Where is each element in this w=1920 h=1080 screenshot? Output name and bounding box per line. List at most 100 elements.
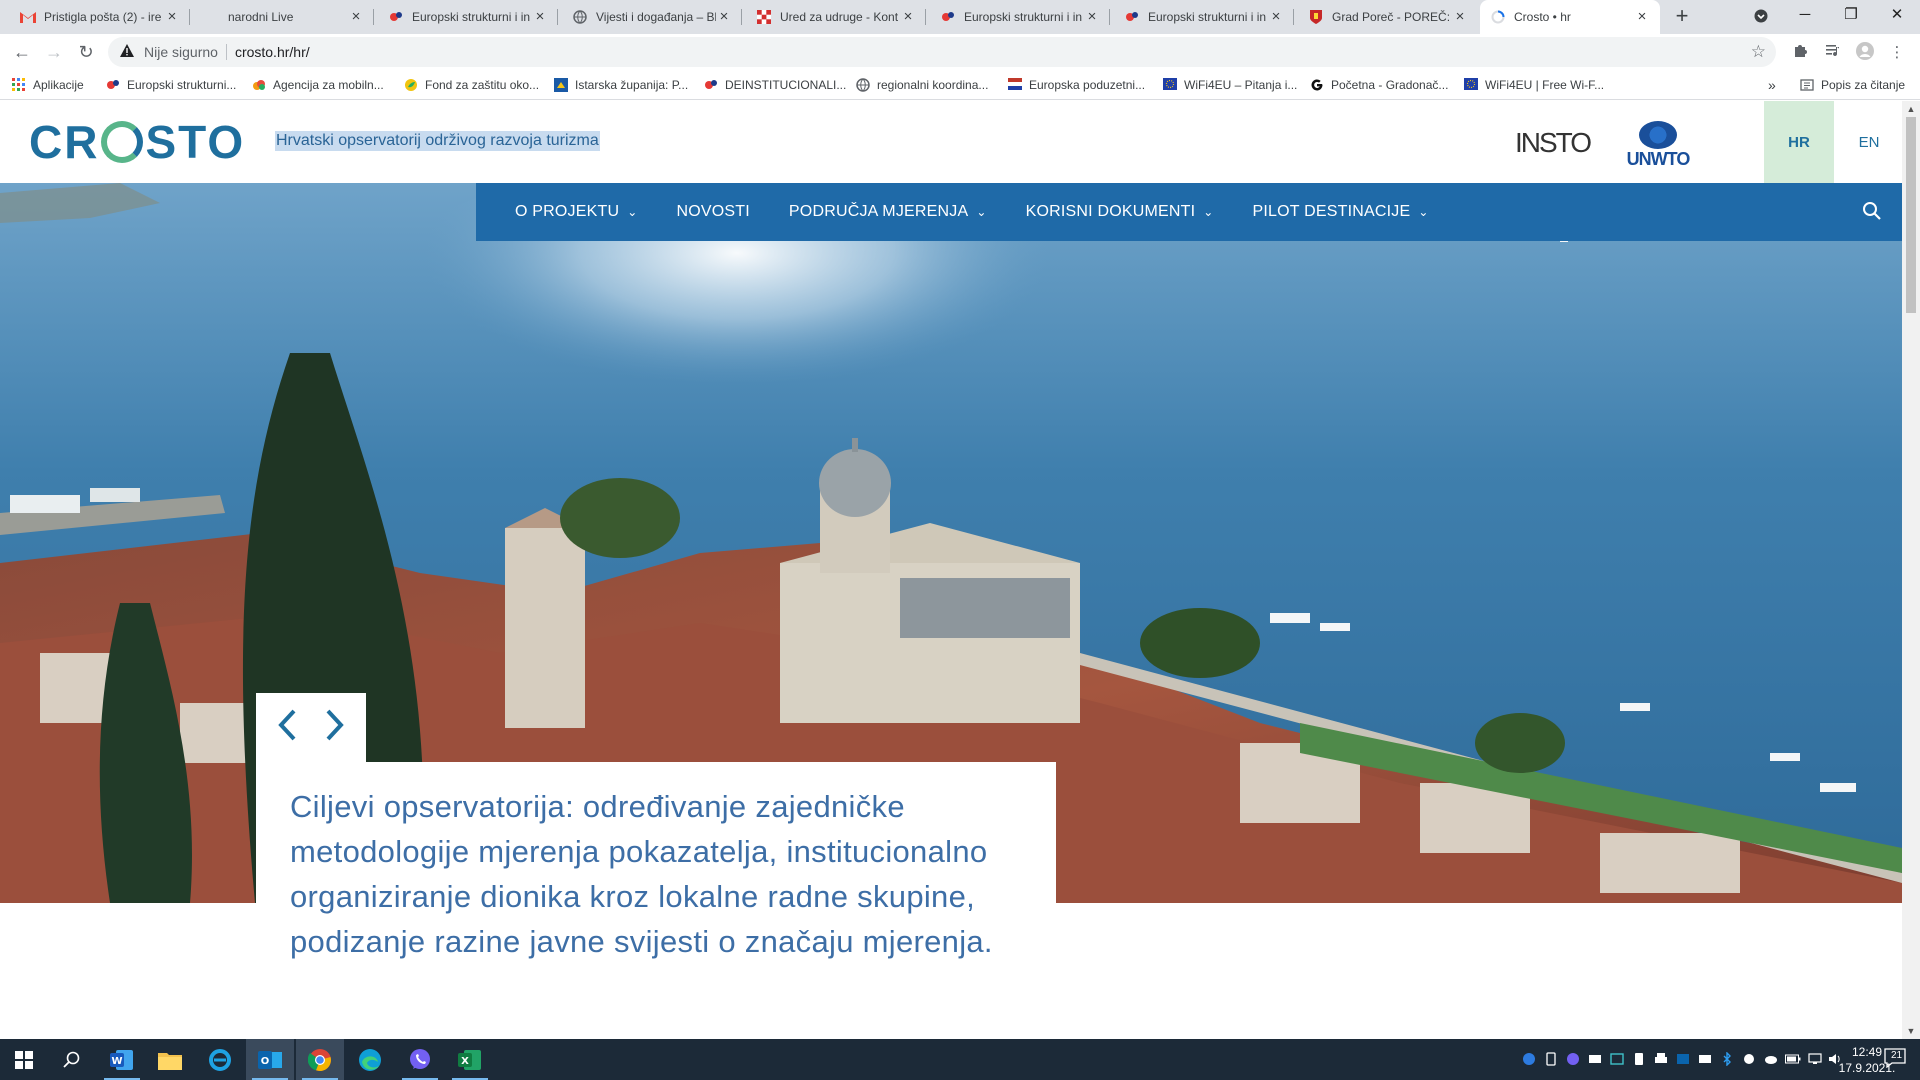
unwto-globe-icon [1639, 121, 1677, 149]
scroll-up-icon[interactable]: ▲ [1906, 104, 1916, 114]
bookmark-item[interactable]: Istarska županija: P... [554, 76, 688, 94]
bookmark-item[interactable]: Početna - Gradonač... [1310, 76, 1448, 94]
nav-korisni-dokumenti[interactable]: KORISNI DOKUMENTI ⌄ [1026, 203, 1214, 221]
address-bar[interactable]: Nije sigurno crosto.hr/hr/ ☆ [108, 37, 1776, 67]
windows-start-icon[interactable] [0, 1039, 48, 1080]
forward-arrow-icon[interactable]: → [40, 38, 68, 66]
bookmark-item[interactable]: Europski strukturni... [106, 76, 236, 94]
slider-prev-arrow-icon[interactable] [276, 708, 298, 749]
extensions-puzzle-icon[interactable] [1790, 42, 1812, 64]
slider-next-arrow-icon[interactable] [324, 708, 346, 749]
minimize-icon[interactable]: ─ [1782, 0, 1828, 32]
file-explorer-icon[interactable] [146, 1039, 194, 1080]
internet-explorer-icon[interactable] [196, 1039, 244, 1080]
browser-tab[interactable]: Pristigla pošta (2) - ire × [10, 0, 190, 34]
bookmark-label: WiFi4EU | Free Wi-F... [1485, 78, 1605, 92]
more-bookmarks-icon[interactable]: » [1768, 76, 1776, 94]
back-arrow-icon[interactable]: ← [8, 38, 36, 66]
close-window-icon[interactable]: ✕ [1874, 0, 1920, 32]
unwto-logo[interactable]: UNWTO [1626, 121, 1690, 170]
notification-center-icon[interactable]: 21 [1884, 1048, 1906, 1071]
nav-podrucja-mjerenja[interactable]: PODRUČJA MJERENJA ⌄ [789, 203, 987, 221]
close-tab-icon[interactable]: × [716, 9, 732, 25]
chevron-down-icon: ⌄ [1418, 205, 1429, 219]
tray-meet-icon[interactable] [1696, 1050, 1714, 1068]
tray-sync-icon[interactable] [1608, 1050, 1626, 1068]
edge-icon[interactable] [346, 1039, 394, 1080]
chrome-icon[interactable] [296, 1039, 344, 1080]
viber-icon[interactable] [396, 1039, 444, 1080]
tray-app-icon[interactable] [1520, 1050, 1538, 1068]
tray-printer-icon[interactable] [1652, 1050, 1670, 1068]
nav-pilot-destinacije[interactable]: PILOT DESTINACIJE ⌄ [1253, 203, 1429, 221]
url-text[interactable]: crosto.hr/hr/ [235, 44, 310, 60]
outlook-icon[interactable]: O [246, 1039, 294, 1080]
crosto-logo[interactable]: CR STO [29, 116, 245, 168]
bluetooth-icon[interactable] [1718, 1050, 1736, 1068]
web-page: CR STO Hrvatski opservatorij održivog raz… [0, 101, 1902, 1039]
search-icon[interactable] [48, 1039, 96, 1080]
bookmark-item[interactable]: Agencija za mobiln... [252, 76, 384, 94]
close-tab-icon[interactable]: × [1634, 9, 1650, 25]
close-tab-icon[interactable]: × [164, 9, 180, 25]
media-control-icon[interactable] [1822, 42, 1844, 64]
browser-tab[interactable]: narodni Live × [194, 0, 374, 34]
bookmark-item[interactable]: DEINSTITUCIONALI... [704, 76, 846, 94]
close-tab-icon[interactable]: × [1268, 9, 1284, 25]
croatia-checker-icon [756, 9, 772, 25]
battery-icon[interactable] [1784, 1050, 1802, 1068]
browser-tab-active[interactable]: Crosto • hr × [1480, 0, 1660, 34]
close-tab-icon[interactable]: × [1452, 9, 1468, 25]
nav-label: KORISNI DOKUMENTI [1025, 203, 1196, 220]
slide-caption-box: Ciljevi opservatorija: određivanje zajed… [256, 762, 1056, 1039]
browser-tab[interactable]: Grad Poreč - POREČ: n × [1298, 0, 1478, 34]
bookmark-apps[interactable]: Aplikacije [12, 76, 84, 94]
browser-tab[interactable]: Europski strukturni i in × [378, 0, 558, 34]
close-tab-icon[interactable]: × [348, 9, 364, 25]
restore-icon[interactable]: ❐ [1828, 0, 1874, 32]
reading-list-button[interactable]: Popis za čitanje [1800, 76, 1905, 94]
bookmark-star-icon[interactable]: ☆ [1751, 42, 1766, 62]
security-status-label[interactable]: Nije sigurno [144, 44, 218, 60]
browser-tab[interactable]: Europski strukturni i in × [930, 0, 1110, 34]
browser-tab[interactable]: Ured za udruge - Kont × [746, 0, 926, 34]
word-icon[interactable]: W [98, 1039, 146, 1080]
nav-novosti[interactable]: NOVOSTI [677, 203, 750, 221]
tab-search-icon[interactable] [1738, 0, 1784, 32]
new-tab-button[interactable]: + [1668, 5, 1696, 29]
search-icon[interactable] [1862, 201, 1882, 221]
tray-viber-icon[interactable] [1564, 1050, 1582, 1068]
reload-icon[interactable]: ↻ [72, 38, 100, 66]
language-en-button[interactable]: EN [1834, 101, 1902, 183]
tray-phone-icon[interactable] [1630, 1050, 1648, 1068]
nav-label: PODRUČJA MJERENJA [788, 203, 969, 220]
close-tab-icon[interactable]: × [1084, 9, 1100, 25]
language-hr-button[interactable]: HR [1764, 101, 1834, 183]
bookmark-item[interactable]: Europska poduzetni... [1008, 76, 1145, 94]
tray-meet-icon[interactable] [1586, 1050, 1604, 1068]
tray-cloud-icon[interactable] [1762, 1050, 1780, 1068]
bookmark-item[interactable]: WiFi4EU – Pitanja i... [1163, 76, 1297, 94]
tray-network-app-icon[interactable] [1740, 1050, 1758, 1068]
nav-o-projektu[interactable]: O PROJEKTU ⌄ [515, 203, 638, 221]
bookmark-item[interactable]: Fond za zaštitu oko... [404, 76, 539, 94]
excel-icon[interactable]: X [446, 1039, 494, 1080]
insto-logo[interactable]: INSTO [1515, 127, 1592, 159]
tray-outlook-icon[interactable] [1674, 1050, 1692, 1068]
browser-tab[interactable]: Vijesti i događanja – Bl × [562, 0, 742, 34]
tray-device-icon[interactable] [1542, 1050, 1560, 1068]
bookmark-item[interactable]: regionalni koordina... [856, 76, 988, 94]
close-tab-icon[interactable]: × [532, 9, 548, 25]
bookmark-label: Fond za zaštitu oko... [425, 78, 540, 92]
close-tab-icon[interactable]: × [900, 9, 916, 25]
network-icon[interactable] [1806, 1050, 1824, 1068]
page-scrollbar[interactable]: ▲ ▼ [1902, 101, 1920, 1039]
scrollbar-thumb[interactable] [1906, 117, 1916, 313]
profile-avatar-icon[interactable] [1854, 42, 1876, 64]
kebab-menu-icon[interactable]: ⋮ [1886, 42, 1908, 64]
tab-title: Pristigla pošta (2) - ire [44, 10, 162, 24]
scroll-down-icon[interactable]: ▼ [1906, 1026, 1916, 1036]
slide-caption-text: Ciljevi opservatorija: određivanje zajed… [290, 789, 993, 959]
browser-tab[interactable]: Europski strukturni i in × [1114, 0, 1294, 34]
bookmark-item[interactable]: WiFi4EU | Free Wi-F... [1464, 76, 1604, 94]
